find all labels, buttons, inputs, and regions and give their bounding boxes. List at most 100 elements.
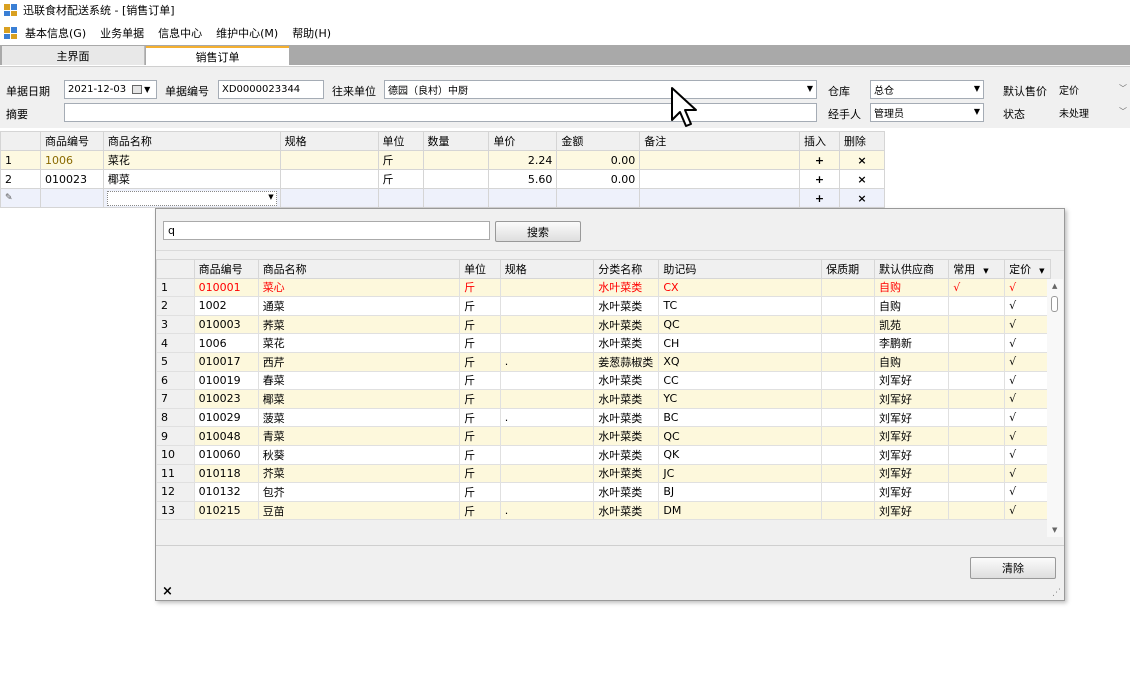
name-combo-input[interactable]: ▼ — [106, 190, 277, 206]
cell-mnemonic[interactable]: CC — [658, 370, 823, 391]
insert-row-button[interactable]: + — [798, 169, 840, 189]
cell-code[interactable]: 1002 — [193, 296, 259, 316]
col-header-supplier[interactable]: 默认供应商 — [873, 259, 950, 279]
cell-category[interactable]: 姜葱蒜椒类 — [593, 351, 660, 372]
filter-dropdown-icon[interactable]: ▼ — [983, 267, 988, 275]
cell-code[interactable]: 010003 — [193, 314, 259, 335]
cell-mnemonic[interactable]: YC — [658, 389, 823, 409]
cell-price[interactable]: 5.60 — [488, 169, 558, 189]
cell-name[interactable]: 椰菜 — [257, 389, 461, 409]
cell-code[interactable]: 1006 — [193, 333, 259, 353]
cell-spec[interactable]: . — [499, 500, 595, 521]
cell-shelf-life[interactable] — [821, 370, 875, 391]
cell-supplier[interactable]: 刘军好 — [873, 500, 950, 521]
table-row[interactable]: 9 010048 青菜斤 水叶菜类 QC 刘军好 √ — [156, 426, 1051, 446]
table-row[interactable]: 6 010019 春菜斤 水叶菜类 CC 刘军好 √ — [156, 370, 1051, 391]
cell-fixed-price[interactable]: √ — [1004, 463, 1051, 484]
cell-fixed-price[interactable]: √ — [1004, 444, 1051, 465]
menu-business-docs[interactable]: 业务单据 — [100, 25, 144, 41]
cell-shelf-life[interactable] — [821, 277, 875, 298]
cell-common[interactable] — [948, 482, 1006, 502]
cell-fixed-price[interactable]: √ — [1004, 296, 1051, 316]
calendar-icon[interactable] — [132, 85, 143, 94]
cell-supplier[interactable]: 刘军好 — [873, 389, 950, 409]
col-header-code[interactable]: 商品编号 — [39, 131, 104, 151]
resize-grip-icon[interactable]: ⋰ — [1052, 588, 1061, 598]
cell-unit[interactable]: 斤 — [377, 169, 424, 189]
col-header-name[interactable]: 商品名称 — [102, 131, 281, 151]
delete-row-button[interactable]: × — [838, 169, 886, 189]
cell-mnemonic[interactable]: JC — [658, 463, 823, 484]
cell-price[interactable]: 2.24 — [488, 150, 558, 170]
cell-shelf-life[interactable] — [821, 296, 875, 316]
cell-supplier[interactable]: 刘军好 — [873, 370, 950, 391]
cell-shelf-life[interactable] — [821, 426, 875, 446]
doc-no-field[interactable]: XD0000023344 — [218, 80, 324, 99]
col-header-category[interactable]: 分类名称 — [593, 259, 660, 279]
cell-shelf-life[interactable] — [821, 482, 875, 502]
insert-row-button[interactable]: + — [798, 150, 840, 170]
cell-common[interactable] — [948, 389, 1006, 409]
cell-spec[interactable] — [279, 150, 379, 170]
scroll-up-icon[interactable]: ▲ — [1052, 282, 1057, 290]
cell-name[interactable]: 菜花 — [257, 333, 461, 353]
cell-supplier[interactable]: 刘军好 — [873, 463, 950, 484]
table-row[interactable]: 1 010001 菜心斤水叶菜类 CX 自购 √ √ — [156, 277, 1051, 298]
cell-fixed-price[interactable]: √ — [1004, 370, 1051, 391]
col-header-shelf-life[interactable]: 保质期 — [821, 259, 875, 279]
cell-note[interactable] — [639, 188, 800, 208]
cell-name[interactable]: 豆苗 — [257, 500, 461, 521]
cell-name[interactable]: 青菜 — [257, 426, 461, 446]
cell-mnemonic[interactable]: CH — [658, 333, 823, 353]
menu-help[interactable]: 帮助(H) — [292, 25, 331, 41]
cell-shelf-life[interactable] — [821, 444, 875, 465]
cell-fixed-price[interactable]: √ — [1004, 407, 1051, 428]
cell-category[interactable]: 水叶菜类 — [593, 389, 660, 409]
cell-mnemonic[interactable]: TC — [658, 296, 823, 316]
table-row[interactable]: 1 1006 菜花 斤 2.24 0.00 + × — [0, 150, 886, 170]
cell-name[interactable]: 通菜 — [257, 296, 461, 316]
cell-note[interactable] — [639, 150, 800, 170]
filter-dropdown-icon[interactable]: ▼ — [1039, 267, 1044, 275]
default-price-select[interactable]: 定价 ﹀ — [1056, 80, 1130, 99]
col-header-amount[interactable]: 金额 — [556, 131, 641, 151]
cell-category[interactable]: 水叶菜类 — [593, 314, 660, 335]
cell-supplier[interactable]: 自购 — [873, 351, 950, 372]
col-header-unit[interactable]: 单位 — [459, 259, 501, 279]
delete-row-button[interactable]: × — [838, 188, 886, 208]
cell-category[interactable]: 水叶菜类 — [593, 463, 660, 484]
cell-unit[interactable]: 斤 — [459, 389, 501, 409]
status-select[interactable]: 未处理 ﹀ — [1056, 103, 1130, 122]
col-header-unit[interactable]: 单位 — [377, 131, 424, 151]
cell-common[interactable] — [948, 407, 1006, 428]
cell-code[interactable]: 010023 — [39, 169, 104, 189]
cell-code[interactable]: 010215 — [193, 500, 259, 521]
cell-shelf-life[interactable] — [821, 389, 875, 409]
col-header-price[interactable]: 单价 — [488, 131, 558, 151]
cell-mnemonic[interactable]: CX — [658, 277, 823, 298]
mdi-window-icon[interactable] — [4, 27, 17, 39]
cell-shelf-life[interactable] — [821, 314, 875, 335]
tab-sales-order[interactable]: 销售订单 — [146, 46, 289, 65]
chevron-down-icon[interactable]: ▼ — [807, 84, 813, 93]
cell-fixed-price[interactable]: √ — [1004, 314, 1051, 335]
cell-unit[interactable]: 斤 — [459, 444, 501, 465]
cell-fixed-price[interactable]: √ — [1004, 426, 1051, 446]
cell-unit[interactable]: 斤 — [459, 407, 501, 428]
chevron-down-icon[interactable]: ▼ — [974, 84, 980, 93]
cell-qty[interactable] — [422, 150, 490, 170]
cell-common[interactable] — [948, 370, 1006, 391]
table-row[interactable]: 8 010029 菠菜斤. 水叶菜类 BC 刘军好 √ — [156, 407, 1051, 428]
cell-spec[interactable] — [279, 188, 379, 208]
cell-fixed-price[interactable]: √ — [1004, 277, 1051, 298]
cell-code[interactable]: 010060 — [193, 444, 259, 465]
cell-common[interactable] — [948, 296, 1006, 316]
cell-name[interactable]: 椰菜 — [102, 169, 281, 189]
cell-category[interactable]: 水叶菜类 — [593, 500, 660, 521]
cell-mnemonic[interactable]: QK — [658, 444, 823, 465]
partner-select[interactable]: 德园（良村）中厨 ▼ — [384, 80, 817, 99]
cell-code[interactable]: 010048 — [193, 426, 259, 446]
cell-category[interactable]: 水叶菜类 — [593, 277, 660, 298]
cell-shelf-life[interactable] — [821, 463, 875, 484]
cell-unit[interactable] — [377, 188, 424, 208]
